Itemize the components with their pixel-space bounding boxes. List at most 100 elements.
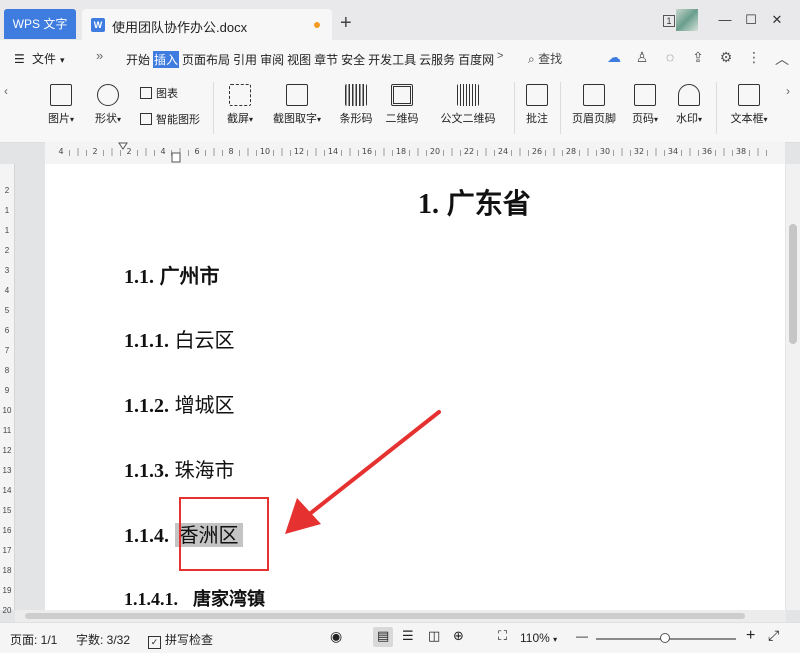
word-doc-icon: W (91, 18, 105, 32)
reading-view-icon[interactable]: ◫ (428, 628, 440, 644)
tab-baidu[interactable]: 百度网 (458, 51, 494, 68)
watermark-button[interactable]: 水印▾ (670, 84, 708, 126)
maximize-button[interactable]: ☐ (738, 10, 764, 30)
menu-more-button[interactable]: » (96, 48, 103, 63)
picture-button[interactable]: 图片▾ (44, 84, 78, 126)
spellcheck-button[interactable]: ✓ 拼写检查 (148, 631, 213, 649)
ribbon-scroll-left-icon[interactable]: ‹ (4, 84, 8, 98)
ruler-label: 10 (260, 147, 270, 156)
zoom-value: 110% (520, 631, 550, 645)
share-icon[interactable]: ⇪ (684, 49, 712, 69)
ruler-label: 4 (160, 147, 165, 156)
heading-level-3[interactable]: 1.1.1. 白云区 (124, 324, 235, 353)
ruler-label: 14 (2, 486, 12, 495)
doc-barcode-icon (457, 84, 479, 106)
cloud-sync-icon[interactable]: ☁ (600, 49, 628, 69)
chevron-down-icon: ▾ (763, 115, 768, 124)
gear-icon[interactable]: ⚙ (712, 49, 740, 69)
vertical-scrollbar[interactable] (786, 164, 800, 610)
window-switch-button[interactable]: 1 (656, 10, 682, 30)
tab-scroll-right-button[interactable]: > (497, 50, 503, 62)
zoom-slider-handle[interactable] (660, 633, 670, 643)
tab-start[interactable]: 开始 (126, 51, 150, 68)
smart-graphic-button[interactable]: 智能图形 (140, 111, 200, 127)
tab-developer[interactable]: 开发工具 (368, 51, 416, 68)
heading-level-1[interactable]: 1. 广东省 (418, 182, 531, 222)
zoom-out-button[interactable]: — (576, 629, 588, 643)
tab-stop-marker-icon[interactable] (171, 152, 181, 163)
file-menu-button[interactable]: ☰ 文件 ▾ (14, 50, 65, 67)
document-tab[interactable]: W 使用团队协作办公.docx (82, 9, 332, 40)
ruler-label: 12 (294, 147, 304, 156)
heading-level-3[interactable]: 1.1.2. 增城区 (124, 389, 235, 418)
ruler-label: 32 (634, 147, 644, 156)
web-view-icon[interactable]: ⊕ (453, 628, 464, 644)
collapse-ribbon-icon[interactable]: ︿ (768, 49, 796, 69)
picture-icon (50, 84, 72, 106)
new-tab-button[interactable]: + (340, 11, 352, 35)
ruler-label: 36 (702, 147, 712, 156)
comment-button[interactable]: 批注 (522, 84, 552, 126)
page-number-button[interactable]: 页码▾ (626, 84, 664, 126)
search-button[interactable]: ⌕ 查找 (528, 50, 562, 67)
document-tab-title: 使用团队协作办公.docx (112, 20, 248, 35)
document-page[interactable]: 1. 广东省 1.1. 广州市 1.1.1. 白云区 1.1.2. 增城区 1.… (45, 164, 785, 610)
heading-number: 1.1. (124, 266, 154, 288)
horizontal-scrollbar[interactable] (15, 610, 786, 622)
more-icon[interactable]: ⋮ (740, 49, 768, 69)
qrcode-icon (391, 84, 413, 106)
word-count[interactable]: 字数: 3/32 (76, 631, 130, 648)
divider (560, 82, 561, 134)
search-icon: ⌕ (528, 52, 535, 66)
header-footer-button[interactable]: 页眉页脚 (568, 84, 620, 126)
horizontal-ruler[interactable]: 4 2 2 4 6 8 10 12 14 16 18 20 22 24 26 28 30 32 34 36 38 (45, 142, 785, 165)
close-button[interactable]: ✕ (764, 10, 790, 30)
menu-bar: ☰ 文件 ▾ » 开始 插入 页面布局 引用 审阅 视图 章节 安全 开发工具 云服… (0, 40, 800, 77)
tab-cloud[interactable]: 云服务 (419, 51, 455, 68)
screenshot-button[interactable]: 截屏▾ (222, 84, 258, 126)
heading-text: 珠海市 (174, 458, 235, 482)
shape-button[interactable]: 形状▾ (88, 84, 128, 126)
ruler-label: 22 (464, 147, 474, 156)
outline-view-icon[interactable]: ☰ (402, 628, 414, 644)
heading-level-4[interactable]: 1.1.4.1. 唐家湾镇 (124, 585, 265, 610)
tab-view[interactable]: 视图 (287, 51, 311, 68)
zoom-in-button[interactable]: + (746, 627, 755, 645)
textbox-label: 文本框 (730, 113, 764, 125)
minimize-button[interactable]: — (712, 10, 738, 30)
fit-page-icon[interactable]: ⛶ (498, 628, 507, 644)
scrollbar-thumb[interactable] (25, 613, 745, 619)
doc-qrcode-label: 公文二维码 (440, 113, 496, 125)
ruler-label: 2 (126, 147, 131, 156)
tab-chapter[interactable]: 章节 (314, 51, 338, 68)
eye-icon[interactable]: ◉ (330, 628, 342, 645)
ribbon-scroll-right-icon[interactable]: › (786, 84, 790, 98)
ruler-label: 17 (2, 546, 12, 555)
chart-button[interactable]: 图表 (140, 85, 178, 101)
tab-page-layout[interactable]: 页面布局 (182, 51, 230, 68)
share-user-icon[interactable]: ♙ (628, 49, 656, 69)
ruler-label: 5 (4, 306, 10, 315)
tab-security[interactable]: 安全 (341, 51, 365, 68)
heading-level-3[interactable]: 1.1.3. 珠海市 (124, 454, 235, 483)
app-tab-wps[interactable]: WPS 文字 (4, 9, 76, 39)
smart-graphic-icon (140, 113, 152, 125)
ruler-label: 1 (4, 226, 10, 235)
vertical-ruler[interactable]: 2 1 1 2 3 4 5 6 7 8 9 10 11 12 13 14 15 16 17 18 19 20 (0, 164, 15, 615)
tab-references[interactable]: 引用 (233, 51, 257, 68)
comment-bubble-icon[interactable]: ◌ (656, 49, 684, 69)
fullscreen-icon[interactable]: ⤢ (768, 627, 779, 644)
page-indicator[interactable]: 页面: 1/1 (10, 631, 57, 648)
barcode-button[interactable]: 条形码 (336, 84, 376, 126)
tab-review[interactable]: 审阅 (260, 51, 284, 68)
heading-level-2[interactable]: 1.1. 广州市 (124, 260, 220, 289)
zoom-level[interactable]: 110% ▾ (520, 631, 557, 645)
qrcode-button[interactable]: 二维码 (384, 84, 420, 126)
textbox-button[interactable]: 文本框▾ (724, 84, 774, 126)
divider (716, 82, 717, 134)
tab-insert[interactable]: 插入 (153, 51, 180, 68)
doc-qrcode-button[interactable]: 公文二维码 (430, 84, 506, 126)
screenshot-text-button[interactable]: 截图取字▾ (266, 84, 328, 126)
shape-icon (97, 84, 119, 106)
scrollbar-thumb[interactable] (789, 224, 797, 344)
